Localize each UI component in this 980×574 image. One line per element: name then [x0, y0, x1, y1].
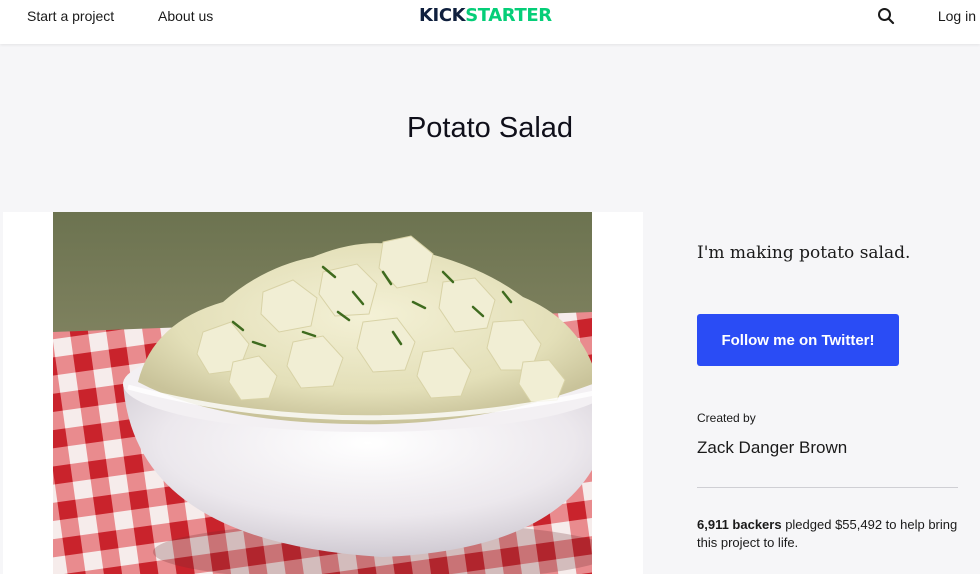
top-nav: Start a project About us KICKSTARTER Log…: [0, 0, 980, 44]
divider: [697, 487, 958, 488]
logo-starter: STARTER: [465, 5, 552, 26]
project-blurb: I'm making potato salad.: [697, 243, 911, 263]
created-by-label: Created by: [697, 411, 756, 425]
project-title: Potato Salad: [406, 112, 574, 144]
start-project-link[interactable]: Start a project: [27, 8, 114, 24]
project-photo: [53, 212, 592, 574]
logo-kick: KICK: [419, 5, 466, 26]
backers-count: 6,911 backers: [697, 517, 782, 532]
search-icon[interactable]: [876, 6, 896, 26]
funding-stats: 6,911 backers pledged $55,492 to help br…: [697, 516, 967, 552]
kickstarter-logo[interactable]: KICKSTARTER: [419, 5, 552, 27]
about-us-link[interactable]: About us: [158, 8, 213, 24]
project-media[interactable]: [3, 212, 643, 574]
follow-twitter-button[interactable]: Follow me on Twitter!: [697, 314, 899, 366]
creator-name-link[interactable]: Zack Danger Brown: [697, 436, 847, 460]
login-link[interactable]: Log in: [938, 8, 976, 24]
